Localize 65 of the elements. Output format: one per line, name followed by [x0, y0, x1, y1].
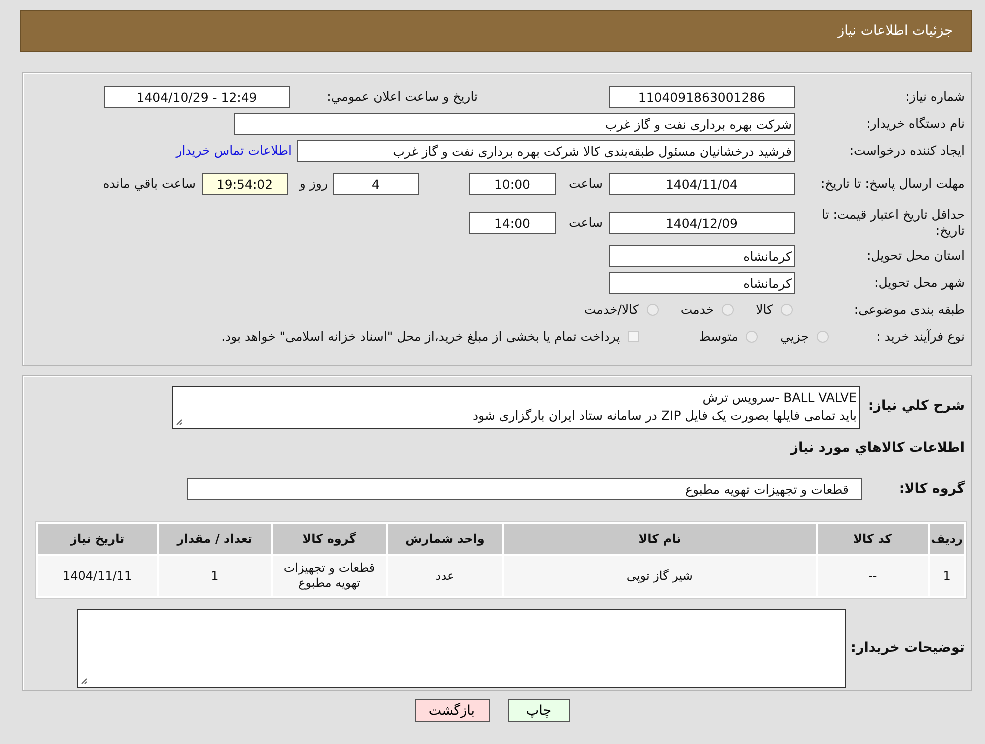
action-button[interactable]: بازگشت [415, 699, 490, 722]
resize-grip-icon[interactable] [175, 418, 183, 426]
field-label: توضیحات خریدار: [850, 640, 965, 656]
table-cell: -- [818, 556, 928, 596]
creator-field: فرشید درخشانیان مسئول طبقه‌بندی کالا شرکت بهره برداری نفت و گاز غرب [297, 140, 795, 162]
radio-label: خدمت [680, 302, 714, 317]
table-cell: 1404/11/11 [38, 556, 158, 596]
checkbox[interactable] [628, 331, 640, 342]
column-header: گروه کالا [272, 524, 386, 554]
days-field: 4 [333, 172, 419, 194]
radio-label: کالا/خدمت [584, 302, 639, 317]
field-label: طبقه بندی موضوعی: [853, 302, 965, 317]
field-label: استان محل تحویل: [866, 248, 965, 263]
buyer-field: شرکت بهره برداری نفت و گاز غرب [234, 112, 795, 134]
radio-button[interactable] [781, 304, 793, 316]
field-label: گروه کالا: [898, 481, 965, 497]
page-title: جزئیات اطلاعات نیاز [838, 23, 953, 39]
radio-label: جزيي [780, 329, 809, 344]
column-header: واحد شمارش [388, 524, 502, 554]
table-cell: 1 [930, 556, 964, 596]
field-label: ساعت [568, 215, 603, 230]
announce-date-field: 1404/10/29 - 12:49 [104, 86, 290, 108]
description-textarea[interactable]: BALL VALVE -سرویس ترش باید تمامی فایلها بصورت یک فایل ZIP در سامانه ستاد ایران بارگزاری شود [172, 386, 860, 429]
need-number-field: 1104091863001286 [609, 86, 795, 108]
table-cell: عدد [388, 556, 502, 596]
buyer-notes-textarea[interactable] [77, 608, 846, 688]
field-label: نوع فرآیند خرید : [876, 329, 965, 344]
field-label: نام دستگاه خریدار: [866, 116, 965, 131]
time-field: 14:00 [469, 212, 556, 234]
column-header: ردیف [930, 524, 964, 554]
city-field: کرمانشاه [609, 272, 795, 294]
province-field: کرمانشاه [609, 244, 795, 266]
resize-grip-icon[interactable] [80, 676, 88, 684]
radio-button[interactable] [646, 304, 659, 316]
field-label: ایجاد کننده درخواست: [848, 143, 965, 158]
checkbox-label: پرداخت تمام یا بخشی از مبلغ خرید،از محل "اسناد خزانه اسلامی" خواهد بود. [222, 329, 620, 344]
field-label: ساعت باقي مانده [103, 176, 196, 191]
field-label: حداقل تاریخ اعتبار قیمت: تا تاریخ: [820, 206, 965, 238]
field-label: روز و [298, 176, 328, 191]
column-header: نام کالا [504, 524, 816, 554]
column-header: تاریخ نیاز [38, 524, 158, 554]
column-header: کد کالا [818, 524, 928, 554]
radio-button[interactable] [722, 304, 734, 316]
table-cell: شیر گاز توپی [504, 556, 816, 596]
buyer-contact-link[interactable]: اطلاعات تماس خریدار [176, 143, 292, 158]
time-field: 10:00 [469, 172, 556, 194]
table-cell: 1 [159, 556, 271, 596]
radio-label: متوسط [699, 329, 738, 344]
date-field: 1404/11/04 [609, 172, 795, 194]
goods-group-field: قطعات و تجهیزات تهویه مطبوع [187, 478, 862, 500]
field-label: شهر محل تحویل: [874, 275, 965, 290]
field-label: شرح كلي نياز: [867, 398, 965, 414]
field-label: تاریخ و ساعت اعلان عمومي: [326, 89, 478, 104]
radio-button[interactable] [817, 330, 829, 342]
table-cell: قطعات و تجهیزات تهویه مطبوع [272, 556, 386, 596]
action-button[interactable]: چاپ [508, 699, 570, 722]
radio-label: کالا [756, 302, 773, 317]
radio-button[interactable] [746, 330, 758, 342]
date-field: 1404/12/09 [609, 212, 795, 234]
field-label: شماره نیاز: [904, 89, 965, 104]
field-label: ساعت [568, 176, 603, 191]
field-label: مهلت ارسال پاسخ: تا تاریخ: [820, 176, 965, 192]
remaining-time-field: 19:54:02 [202, 172, 288, 194]
section-title: اطلاعات كالاهاي مورد نياز [790, 440, 965, 456]
column-header: تعداد / مقدار [159, 524, 271, 554]
